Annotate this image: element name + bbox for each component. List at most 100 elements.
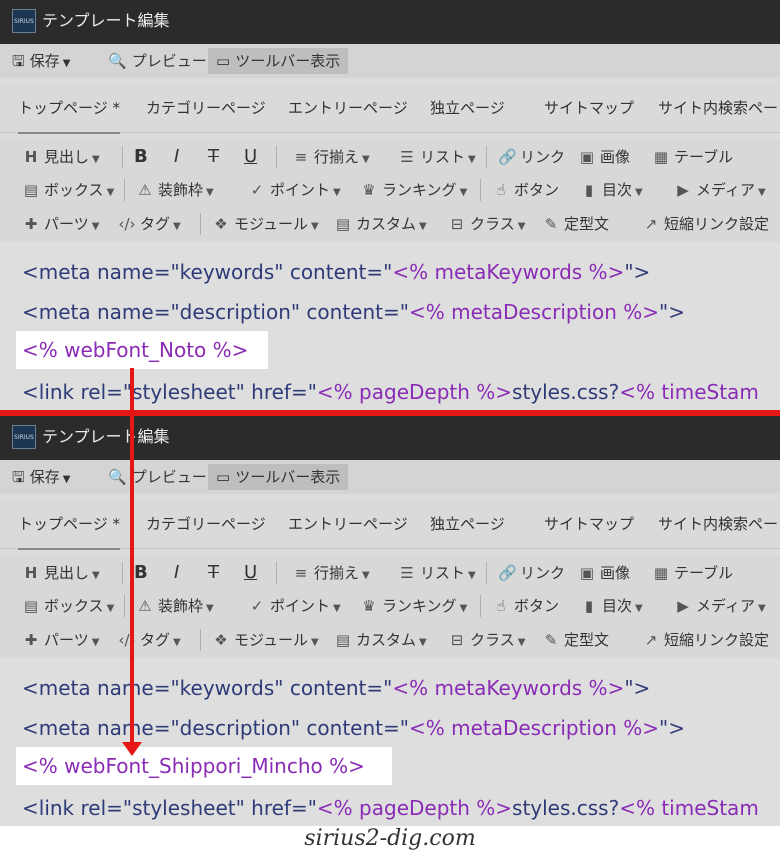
italic-button[interactable]: I	[174, 560, 179, 586]
tab-entry-page[interactable]: エントリーページ	[288, 84, 408, 132]
preview-button[interactable]: 🔍 プレビュー	[108, 464, 207, 490]
tag-label: タグ	[140, 631, 171, 649]
button-button[interactable]: ☝ ボタン	[492, 593, 559, 619]
chevron-down-icon: ▼	[310, 637, 319, 648]
save-button[interactable]: 🖫 保存 ▼	[12, 48, 71, 74]
heading-button[interactable]: H 見出し ▼	[22, 560, 100, 586]
media-button[interactable]: ▶ メディア ▼	[674, 177, 766, 203]
class-button[interactable]: ⊟ クラス ▼	[448, 211, 526, 237]
chevron-down-icon: ▼	[635, 603, 643, 614]
point-button[interactable]: ✓ ポイント ▼	[248, 177, 341, 203]
code-line: <meta name="keywords" content="<% metaKe…	[22, 676, 650, 700]
parts-button[interactable]: ✚ パーツ ▼	[22, 627, 100, 653]
media-button[interactable]: ▶ メディア ▼	[674, 593, 765, 619]
toc-icon: ▮	[584, 181, 594, 199]
save-button[interactable]: 🖫 保存 ▼	[12, 464, 71, 490]
underline-button[interactable]: U	[244, 144, 257, 170]
link-button[interactable]: 🔗 リンク	[498, 560, 565, 586]
link-button[interactable]: 🔗 リンク	[498, 144, 565, 170]
tab-top-page[interactable]: トップページ *	[18, 500, 120, 550]
tab-sitemap[interactable]: サイトマップ	[544, 84, 634, 132]
tab-category-page[interactable]: カテゴリーページ	[146, 84, 266, 132]
image-button[interactable]: ▣ 画像	[578, 144, 630, 170]
menu-bar: 🖫 保存 ▼ 🔍 プレビュー ▭ ツールバー表示	[0, 44, 780, 78]
code-text: styles.css?	[512, 796, 620, 820]
list-label: リスト	[420, 148, 466, 166]
toolbar-divider	[486, 146, 487, 168]
list-button[interactable]: ☰ リスト ▼	[398, 560, 475, 586]
bold-button[interactable]: B	[134, 144, 148, 170]
chevron-down-icon: ▼	[173, 221, 181, 232]
bold-button[interactable]: B	[134, 560, 148, 586]
pointer-hand-icon: ☝	[496, 181, 506, 199]
custom-button[interactable]: ▤ カスタム ▼	[334, 627, 427, 653]
crown-icon: ♛	[362, 597, 376, 615]
tab-site-search[interactable]: サイト内検索ペー	[658, 84, 778, 132]
class-button[interactable]: ⊟ クラス ▼	[448, 627, 526, 653]
preview-button[interactable]: 🔍 プレビュー	[108, 48, 207, 74]
toolbar-toggle-button[interactable]: ▭ ツールバー表示	[208, 48, 349, 74]
chevron-down-icon: ▼	[91, 221, 100, 232]
chevron-down-icon: ▼	[419, 221, 427, 232]
short-link-button[interactable]: ↗ 短縮リンク設定	[642, 627, 769, 653]
check-circle-icon: ✓	[250, 597, 264, 615]
chevron-down-icon: ▼	[362, 154, 370, 165]
table-label: テーブル	[674, 148, 734, 166]
heading-button[interactable]: H 見出し ▼	[22, 144, 100, 170]
list-button[interactable]: ☰ リスト ▼	[398, 144, 475, 170]
tab-entry-page[interactable]: エントリーページ	[288, 500, 408, 548]
code-line: <meta name="keywords" content="<% metaKe…	[22, 260, 650, 284]
box-button[interactable]: ▤ ボックス ▼	[22, 593, 114, 619]
ranking-button[interactable]: ♛ ランキング ▼	[360, 177, 467, 203]
toc-button[interactable]: ▮ 目次 ▼	[580, 177, 643, 203]
module-button[interactable]: ❖ モジュール ▼	[212, 211, 318, 237]
toolbar-divider	[480, 179, 481, 201]
code-editor[interactable]: <meta name="keywords" content="<% metaKe…	[0, 658, 780, 826]
decor-frame-button[interactable]: ⚠ 装飾枠 ▼	[136, 177, 213, 203]
align-button[interactable]: ≡ 行揃え ▼	[292, 144, 370, 170]
decor-frame-button[interactable]: ⚠ 装飾枠 ▼	[136, 593, 213, 619]
toolbar-divider	[276, 562, 277, 584]
tag-button[interactable]: ‹/› タグ ▼	[118, 627, 180, 653]
module-button[interactable]: ❖ モジュール ▼	[212, 627, 319, 653]
edit-icon: ✎	[544, 215, 558, 233]
align-button[interactable]: ≡ 行揃え ▼	[292, 560, 370, 586]
floppy-disk-icon: 🖫	[12, 52, 25, 70]
table-button[interactable]: ▦ テーブル	[652, 144, 733, 170]
table-button[interactable]: ▦ テーブル	[652, 560, 733, 586]
tag-label: タグ	[140, 215, 171, 233]
chevron-down-icon: ▼	[757, 187, 766, 198]
tab-top-page[interactable]: トップページ *	[18, 84, 120, 134]
image-button[interactable]: ▣ 画像	[578, 560, 630, 586]
toc-label: 目次	[602, 597, 633, 615]
play-icon: ▶	[677, 597, 689, 615]
point-button[interactable]: ✓ ポイント ▼	[248, 593, 341, 619]
strikethrough-button[interactable]: T	[208, 144, 219, 170]
toolbar-toggle-button[interactable]: ▭ ツールバー表示	[208, 464, 349, 490]
class-label: クラス	[470, 631, 515, 649]
italic-button[interactable]: I	[174, 144, 179, 170]
ranking-button[interactable]: ♛ ランキング ▼	[360, 593, 467, 619]
fixed-text-button[interactable]: ✎ 定型文	[542, 627, 609, 653]
toolbar-divider	[200, 213, 201, 235]
tab-independent-page[interactable]: 独立ページ	[430, 500, 505, 548]
toc-button[interactable]: ▮ 目次 ▼	[580, 593, 643, 619]
custom-button[interactable]: ▤ カスタム ▼	[334, 211, 427, 237]
floppy-disk-icon: 🖫	[12, 468, 25, 486]
strikethrough-button[interactable]: T	[208, 560, 219, 586]
custom-list-icon: ▤	[335, 215, 351, 233]
underline-button[interactable]: U	[244, 560, 257, 586]
parts-button[interactable]: ✚ パーツ ▼	[22, 211, 100, 237]
tab-category-page[interactable]: カテゴリーページ	[146, 500, 266, 548]
box-button[interactable]: ▤ ボックス ▼	[22, 177, 114, 203]
box-icon: ▤	[23, 181, 39, 199]
button-button[interactable]: ☝ ボタン	[492, 177, 559, 203]
fixed-text-button[interactable]: ✎ 定型文	[542, 211, 609, 237]
tab-sitemap[interactable]: サイトマップ	[544, 500, 634, 548]
tag-button[interactable]: ‹/› タグ ▼	[118, 211, 181, 237]
tab-independent-page[interactable]: 独立ページ	[430, 84, 505, 132]
code-editor[interactable]: <meta name="keywords" content="<% metaKe…	[0, 242, 780, 410]
short-link-button[interactable]: ↗ 短縮リンク設定	[642, 211, 769, 237]
tab-site-search[interactable]: サイト内検索ペー	[658, 500, 778, 548]
short-link-label: 短縮リンク設定	[664, 215, 770, 233]
